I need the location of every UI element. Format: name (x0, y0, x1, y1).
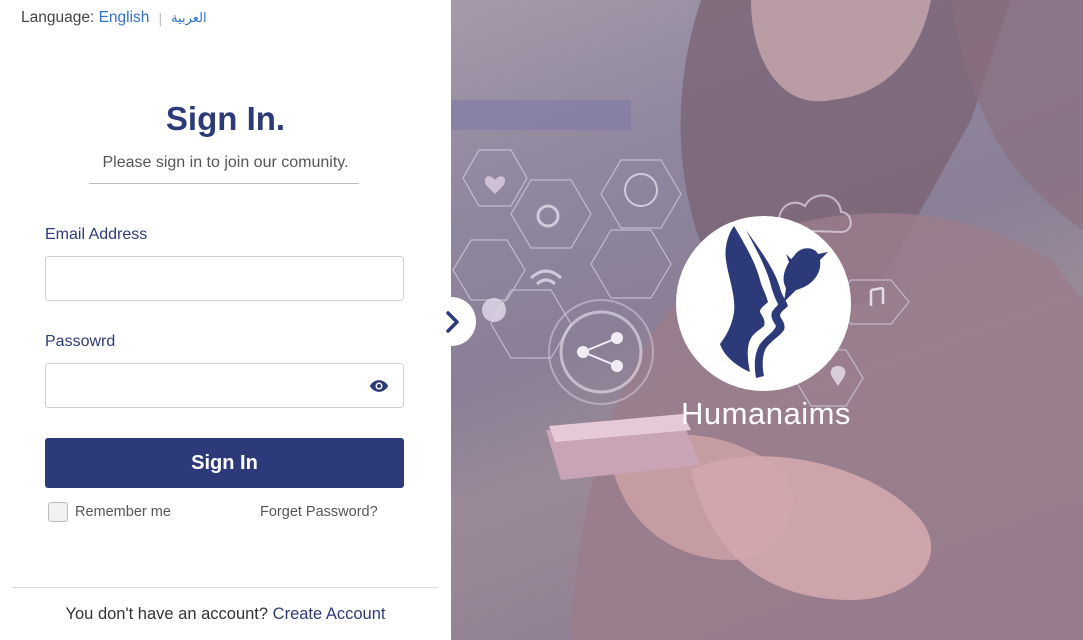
chevron-right-icon (445, 310, 459, 333)
password-field-wrapper (45, 363, 404, 408)
brand-logo-icon (720, 226, 828, 378)
brand-name: Humanaims (681, 396, 851, 431)
page-title: Sign In. (165, 100, 286, 137)
brand-logo (676, 216, 851, 391)
hero-panel: Humanaims (451, 0, 1083, 640)
signup-prompt: You don't have an account? Create Accoun… (0, 605, 451, 624)
sign-in-button[interactable]: Sign In (45, 438, 404, 488)
checkbox-box[interactable] (48, 502, 68, 522)
language-arabic-link[interactable]: العربية (171, 10, 207, 26)
forgot-password-link[interactable]: Forget Password? (260, 504, 378, 520)
password-input[interactable] (46, 364, 403, 407)
signup-prompt-text: You don't have an account? (65, 605, 269, 623)
page-subtitle: Please sign in to join our comunity. (102, 154, 349, 171)
panel-toggle-button[interactable] (427, 297, 476, 346)
language-divider: | (158, 10, 163, 26)
eye-icon[interactable] (369, 378, 389, 394)
language-label: Language: (21, 9, 95, 26)
remember-me-label: Remember me (75, 504, 171, 520)
password-label: Passowrd (45, 333, 116, 350)
login-panel: Language: English | العربية Sign In. Ple… (0, 0, 451, 640)
email-field-wrapper (45, 256, 404, 301)
language-switcher: Language: English | العربية (21, 9, 207, 27)
create-account-link[interactable]: Create Account (273, 605, 386, 623)
subtitle-divider (89, 183, 359, 184)
email-input[interactable] (46, 257, 403, 300)
language-english-link[interactable]: English (99, 9, 150, 27)
remember-me-checkbox[interactable]: Remember me (48, 502, 171, 522)
email-label: Email Address (45, 226, 148, 243)
footer-divider (12, 587, 438, 588)
